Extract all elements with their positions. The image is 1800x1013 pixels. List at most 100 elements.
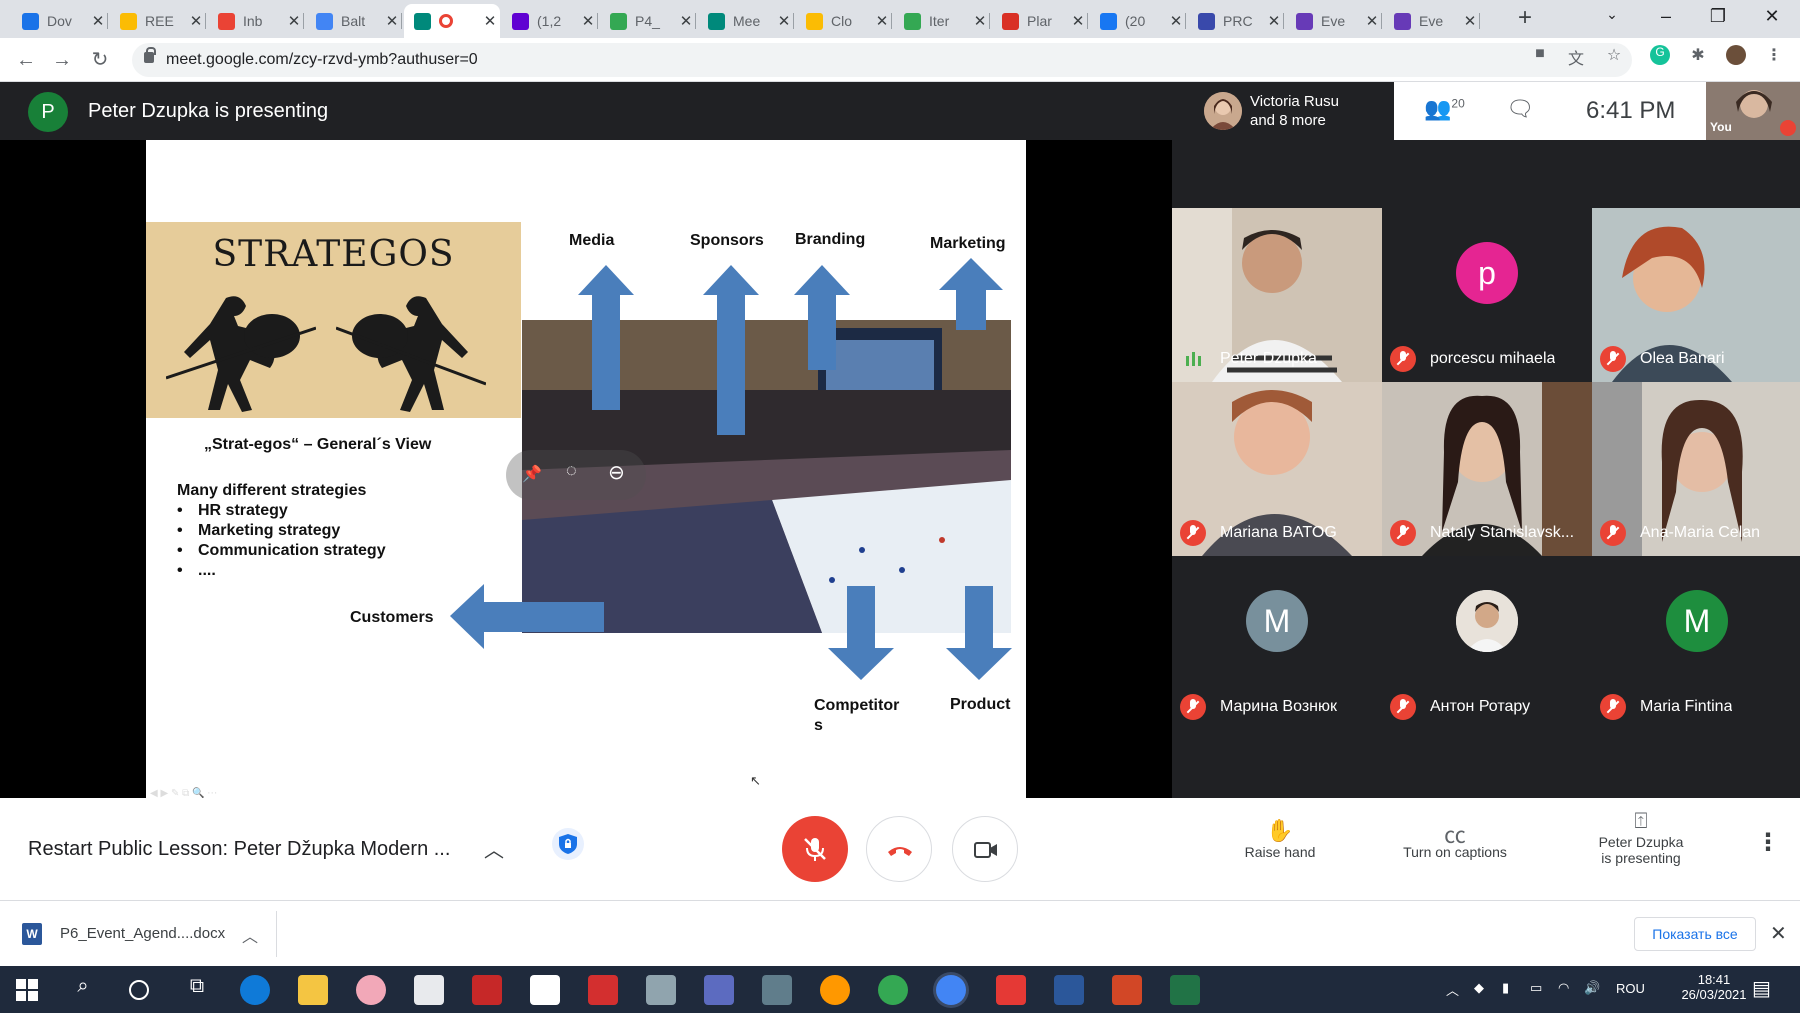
browser-tab[interactable]: Balt ✕ <box>306 4 402 38</box>
people-button[interactable]: 👥20 <box>1424 96 1465 122</box>
tray-volume-icon[interactable]: 🔊 <box>1584 980 1600 996</box>
edge-icon[interactable] <box>240 975 270 1005</box>
browser-tab[interactable]: Eve ✕ <box>1384 4 1480 38</box>
task-view-icon[interactable]: ⧉ <box>182 975 212 1005</box>
cortana-icon[interactable] <box>124 975 154 1005</box>
extensions-icon[interactable]: ✱ <box>1688 45 1708 65</box>
self-view-tile[interactable]: You <box>1706 82 1800 140</box>
tab-close-icon[interactable]: ✕ <box>480 12 500 30</box>
store-icon[interactable] <box>414 975 444 1005</box>
chrome-icon[interactable] <box>878 975 908 1005</box>
tab-close-icon[interactable]: ✕ <box>1264 12 1284 30</box>
vpn-icon[interactable] <box>820 975 850 1005</box>
word-icon[interactable] <box>1054 975 1084 1005</box>
input-language[interactable]: ROU <box>1616 981 1645 996</box>
show-all-downloads-button[interactable]: Показать все <box>1634 917 1756 951</box>
url-text[interactable]: meet.google.com/zcy-rzvd-ymb?authuser=0 <box>166 51 478 69</box>
tab-close-icon[interactable]: ✕ <box>970 12 990 30</box>
profile-avatar[interactable] <box>1726 45 1746 65</box>
tab-close-icon[interactable]: ✕ <box>774 12 794 30</box>
browser-tab[interactable]: Dov ✕ <box>12 4 108 38</box>
maximize-icon[interactable]: ❐ <box>1698 6 1738 27</box>
close-window-icon[interactable]: ✕ <box>1752 6 1792 27</box>
browser-tab[interactable]: Iter ✕ <box>894 4 990 38</box>
chrome-active-icon[interactable] <box>936 975 966 1005</box>
acrobat-reader-icon[interactable] <box>530 975 560 1005</box>
teams-icon[interactable] <box>704 975 734 1005</box>
back-icon[interactable]: ← <box>12 46 40 74</box>
participant-tile[interactable]: Ana-Maria Celan <box>1592 382 1800 556</box>
new-tab-button[interactable]: + <box>1510 4 1540 34</box>
browser-tab[interactable]: Plar ✕ <box>992 4 1088 38</box>
leave-call-button[interactable] <box>866 816 932 882</box>
participant-tile[interactable]: Olea Banari <box>1592 208 1800 382</box>
tab-close-icon[interactable]: ✕ <box>88 12 108 30</box>
tab-close-icon[interactable]: ✕ <box>578 12 598 30</box>
bookmark-star-icon[interactable]: ☆ <box>1604 45 1624 65</box>
camera-icon[interactable]: ■ <box>1530 45 1550 65</box>
acrobat-icon[interactable] <box>588 975 618 1005</box>
piggy-app-icon[interactable] <box>356 975 386 1005</box>
tab-close-icon[interactable]: ✕ <box>382 12 402 30</box>
tray-wifi-icon[interactable]: ◠ <box>1558 980 1569 996</box>
participant-tile[interactable]: M Марина Вознюк <box>1172 556 1382 730</box>
tray-clock[interactable]: 18:41 26/03/2021 <box>1676 972 1752 1002</box>
chat-icon[interactable]: 🗨 <box>1506 96 1534 122</box>
calculator-icon[interactable] <box>762 975 792 1005</box>
file-explorer-icon[interactable] <box>298 975 328 1005</box>
participant-tile[interactable]: M Maria Fintina <box>1592 556 1800 730</box>
participant-tile[interactable]: p porcescu mihaela <box>1382 208 1592 382</box>
camera-toggle-button[interactable] <box>952 816 1018 882</box>
tab-close-icon[interactable]: ✕ <box>1068 12 1088 30</box>
lock-icon[interactable] <box>144 47 156 63</box>
powerpoint-icon[interactable] <box>1112 975 1142 1005</box>
notifications-icon[interactable]: ▤ <box>1752 976 1771 1001</box>
participant-tile[interactable]: Антон Ротару <box>1382 556 1592 730</box>
chevron-up-icon[interactable]: ︿ <box>242 923 258 947</box>
close-downloads-icon[interactable]: ✕ <box>1770 921 1787 946</box>
active-speaker-chip[interactable]: Victoria Rusu and 8 more <box>1194 82 1394 140</box>
tab-close-icon[interactable]: ✕ <box>676 12 696 30</box>
captions-button[interactable]: ㏄ Turn on captions <box>1390 818 1520 860</box>
slideshow-toolbar[interactable]: ◀ ▶ ✎ ⧉ 🔍 ⋯ <box>150 788 217 798</box>
tray-mic-icon[interactable]: ▮ <box>1502 980 1509 996</box>
tab-search-icon[interactable]: ⌄ <box>1592 6 1632 23</box>
translate-icon[interactable]: 文 <box>1566 45 1586 68</box>
browser-tab[interactable]: (1,2 ✕ <box>502 4 598 38</box>
browser-tab[interactable]: P4_ ✕ <box>600 4 696 38</box>
tab-close-icon[interactable]: ✕ <box>186 12 206 30</box>
raise-hand-button[interactable]: ✋ Raise hand <box>1238 818 1322 860</box>
meeting-details-title[interactable]: Restart Public Lesson: Peter Džupka Mode… <box>28 838 450 861</box>
browser-menu-icon[interactable]: ⋮ <box>1764 45 1784 65</box>
tab-close-icon[interactable]: ✕ <box>1166 12 1186 30</box>
tray-dropbox-icon[interactable]: ◆ <box>1474 980 1484 996</box>
host-controls-button[interactable] <box>552 828 584 860</box>
app-icon[interactable] <box>472 975 502 1005</box>
excel-icon[interactable] <box>1170 975 1200 1005</box>
reload-icon[interactable]: ↻ <box>86 46 114 74</box>
minimize-icon[interactable]: – <box>1646 6 1686 27</box>
tab-close-icon[interactable]: ✕ <box>872 12 892 30</box>
printer-icon[interactable] <box>646 975 676 1005</box>
chevron-up-icon[interactable]: ︿ <box>484 834 504 863</box>
forward-icon[interactable]: → <box>48 46 76 74</box>
browser-tab[interactable]: Mee ✕ <box>698 4 794 38</box>
browser-tab[interactable]: PRC ✕ <box>1188 4 1284 38</box>
tab-close-icon[interactable]: ✕ <box>1362 12 1382 30</box>
browser-tab[interactable]: (20 ✕ <box>1090 4 1186 38</box>
grammarly-icon[interactable]: G <box>1650 45 1670 65</box>
browser-tab[interactable]: Inb ✕ <box>208 4 304 38</box>
windows-start-icon[interactable] <box>12 975 42 1005</box>
tray-chevron-icon[interactable]: ︿ <box>1446 980 1459 999</box>
browser-tab[interactable]: REE ✕ <box>110 4 206 38</box>
tray-battery-icon[interactable]: ▭ <box>1530 980 1542 996</box>
winrar-icon[interactable] <box>996 975 1026 1005</box>
microphone-toggle-button[interactable] <box>782 816 848 882</box>
tab-close-icon[interactable]: ✕ <box>284 12 304 30</box>
tab-close-icon[interactable]: ✕ <box>1460 12 1480 30</box>
browser-tab[interactable]: Eve ✕ <box>1286 4 1382 38</box>
download-filename[interactable]: P6_Event_Agend....docx <box>60 925 225 942</box>
present-now-button[interactable]: ⍐ Peter Dzupka is presenting <box>1586 808 1696 866</box>
search-icon[interactable]: ⌕ <box>68 975 98 1005</box>
participant-tile[interactable]: Nataly Stanislavsk... <box>1382 382 1592 556</box>
